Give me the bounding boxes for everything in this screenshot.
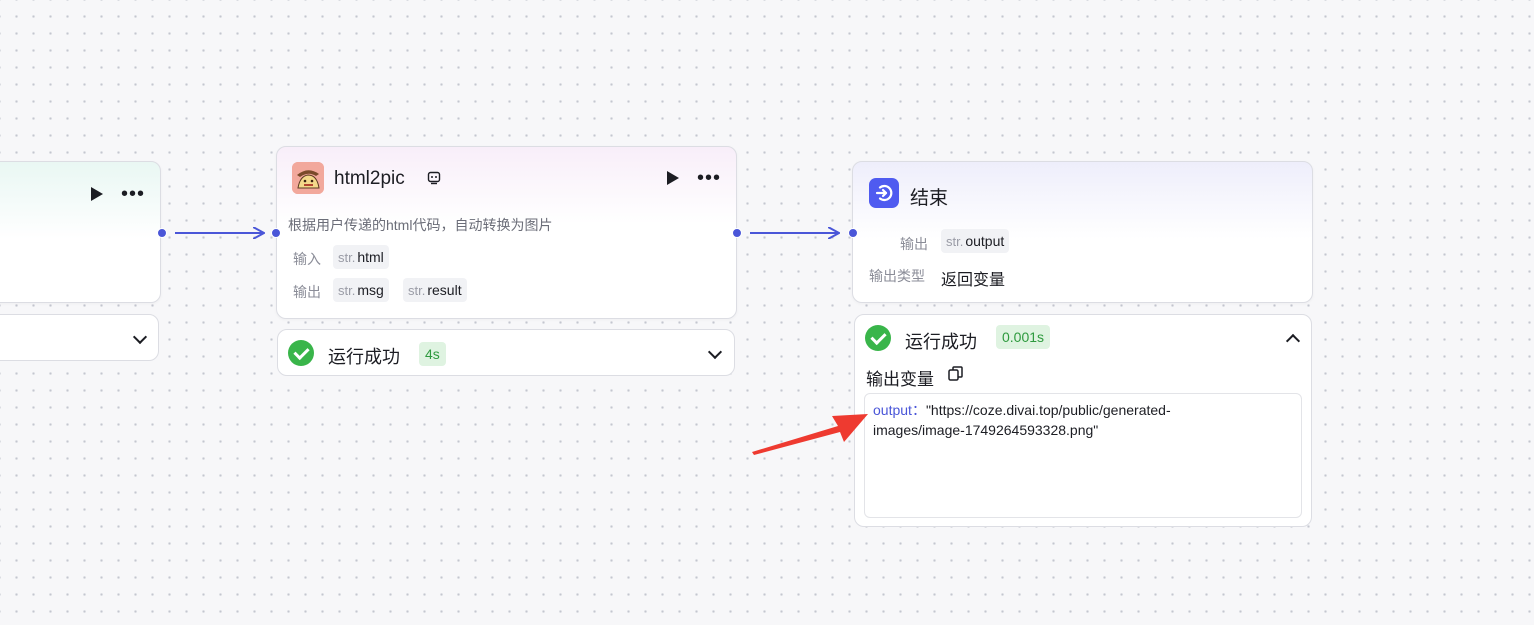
edges-layer <box>175 0 1534 625</box>
run-icon[interactable] <box>91 187 103 201</box>
output-vars-title: 输出变量 <box>866 370 934 389</box>
left-node-result-panel[interactable] <box>0 314 159 361</box>
html2pic-result-panel[interactable]: 运行成功 4s <box>277 329 735 376</box>
output-value-line2: images/image-1749264593328.png" <box>873 422 1099 438</box>
html2pic-title: html2pic <box>334 168 405 189</box>
html2pic-input-port[interactable] <box>271 228 281 238</box>
input-tag-html: str. html <box>333 245 389 269</box>
output-tag-msg: str. msg <box>333 278 389 302</box>
output-tag-output: str. output <box>941 229 1010 253</box>
run-status-text: 运行成功 <box>328 347 400 367</box>
chevron-down-icon[interactable] <box>707 344 723 360</box>
chevron-down-icon[interactable] <box>132 329 148 345</box>
success-check-icon <box>288 340 314 366</box>
output-label: 输出 <box>293 284 321 300</box>
annotation-arrow <box>752 414 868 455</box>
output-value-line1: "https://coze.divai.top/public/generated… <box>925 402 1171 418</box>
copy-icon[interactable] <box>947 365 964 382</box>
chevron-up-icon[interactable] <box>1285 333 1301 349</box>
html2pic-node[interactable]: html2pic ••• 根据用户传递的html代码，自动转换为图片 输入 st… <box>276 146 737 319</box>
success-check-icon <box>865 325 891 351</box>
html2pic-description: 根据用户传递的html代码，自动转换为图片 <box>288 217 553 233</box>
more-icon[interactable]: ••• <box>697 168 721 188</box>
end-node-input-port[interactable] <box>848 228 858 238</box>
output-type-value: 返回变量 <box>941 272 1006 289</box>
end-node[interactable]: 结束 输出 str. output 输出类型 返回变量 <box>852 161 1313 303</box>
input-label: 输入 <box>293 251 321 267</box>
plugin-badge-icon <box>427 171 441 185</box>
run-duration-badge: 0.001s <box>996 325 1051 349</box>
output-value-box[interactable]: output："https://coze.divai.top/public/ge… <box>864 393 1302 518</box>
more-icon[interactable]: ••• <box>121 184 145 204</box>
output-separator: ： <box>911 402 926 418</box>
end-result-panel[interactable]: 运行成功 0.001s 输出变量 output："https://coze.di… <box>854 314 1312 527</box>
output-label: 输出 <box>900 236 928 252</box>
end-node-icon <box>869 178 899 208</box>
run-icon[interactable] <box>667 171 679 185</box>
output-type-label: 输出类型 <box>869 268 925 284</box>
html2pic-output-port[interactable] <box>732 228 742 238</box>
plugin-avatar-icon <box>292 162 324 194</box>
output-tag-result: str. result <box>403 278 467 302</box>
run-status-text: 运行成功 <box>905 332 977 352</box>
left-node-output-port[interactable] <box>157 228 167 238</box>
run-duration-badge: 4s <box>419 342 446 366</box>
end-node-title: 结束 <box>910 188 949 209</box>
left-node[interactable]: ••• <box>0 161 161 303</box>
